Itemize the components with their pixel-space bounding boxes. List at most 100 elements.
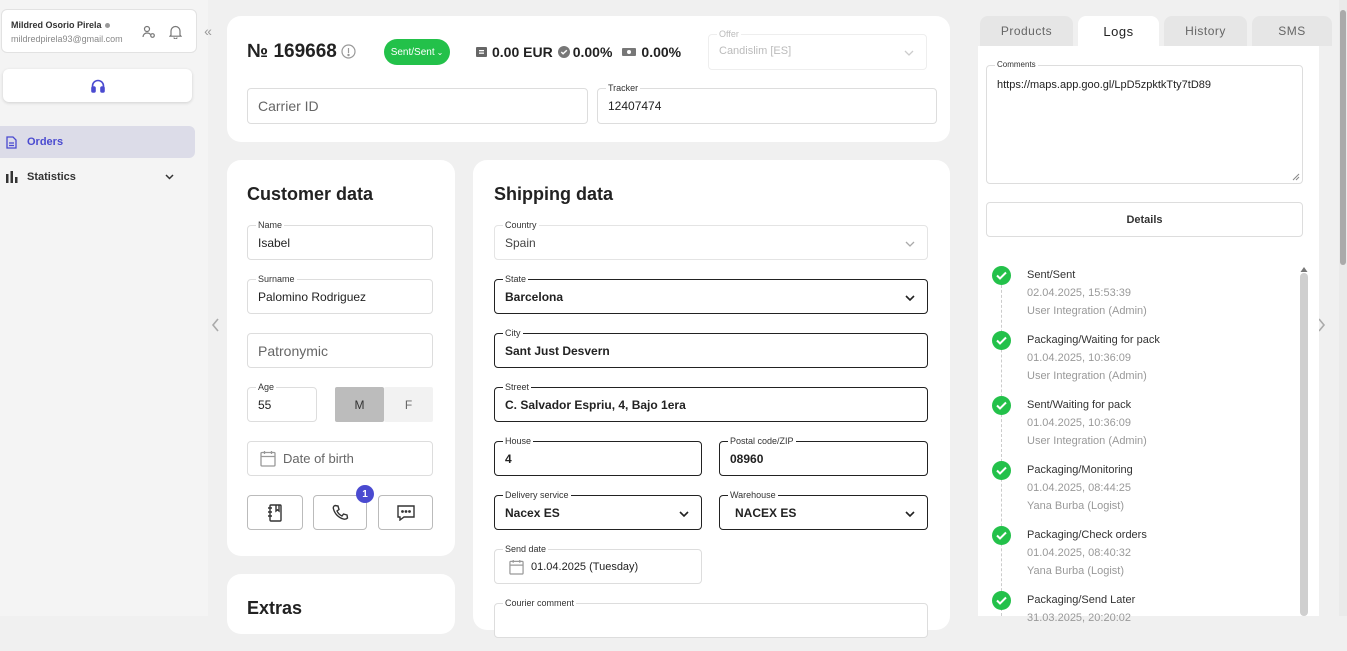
status-badge[interactable]: Sent/Sent ⌄ [384,39,450,65]
headphones-icon [90,79,105,93]
log-date: 01.04.2025, 08:44:25 [1027,482,1131,494]
street-label: Street [503,381,532,393]
order-number: № 169668 [247,41,337,62]
chevron-down-icon [165,174,174,180]
logs-scrollbar[interactable] [1300,273,1308,616]
document-icon [6,135,18,149]
call-button[interactable]: 1 [313,485,374,530]
street-input[interactable]: Street C. Salvador Espriu, 4, Bajo 1era [494,381,928,422]
offer-label: Offer [717,28,741,40]
sidebar-item-label: Statistics [27,171,76,183]
sidebar-item-statistics[interactable]: Statistics [0,161,195,193]
shipping-card: Shipping data Country Spain State Barcel… [473,160,950,638]
log-date: 01.04.2025, 10:36:09 [1027,417,1131,429]
comments-textarea[interactable]: Comments https://maps.app.goo.gl/LpD5zpk… [986,59,1303,184]
bell-icon[interactable] [167,24,183,40]
log-title: Packaging/Monitoring [1027,464,1133,476]
notebook-icon [268,503,282,522]
courier-comment-input[interactable]: Courier comment [494,597,928,638]
chevron-down-icon [905,511,915,518]
check-circle-icon [992,461,1011,480]
customer-title: Customer data [247,184,374,204]
gender-m-toggle[interactable]: M [335,387,384,422]
tab-products[interactable]: Products [980,16,1073,46]
notebook-button[interactable] [247,495,303,530]
log-user: Yana Burba (Logist) [1027,500,1125,512]
log-user: User Integration (Admin) [1027,305,1147,317]
warehouse-label: Warehouse [728,489,778,501]
page-scrollbar-track[interactable] [1339,0,1347,616]
log-date: 02.04.2025, 15:53:39 [1027,287,1131,299]
details-button[interactable]: Details [986,202,1303,237]
postal-code-input[interactable]: Postal code/ZIP 08960 [719,435,928,476]
check-circle-icon [992,526,1011,545]
surname-value: Palomino Rodriguez [258,290,367,304]
sidebar-item-orders[interactable]: Orders [0,126,195,158]
delivery-service-select[interactable]: Delivery service Nacex ES [494,489,702,530]
chevron-down-icon: ⌄ [436,47,444,57]
tab-sms[interactable]: SMS [1252,16,1332,46]
send-date-input[interactable]: Send date 01.04.2025 (Tuesday) [494,543,702,584]
verified-icon [557,46,570,58]
city-label: City [503,327,523,339]
state-label: State [503,273,529,285]
support-button[interactable] [3,69,192,102]
courier-comment-label: Courier comment [503,597,577,609]
log-user: User Integration (Admin) [1027,435,1147,447]
call-count-badge: 1 [356,485,374,503]
country-label: Country [503,219,539,231]
age-value: 55 [258,398,272,412]
check-circle-icon [992,266,1011,285]
dob-placeholder: Date of birth [283,451,354,466]
log-title: Sent/Sent [1027,269,1076,281]
collapse-sidebar-icon[interactable]: « [199,22,217,40]
tab-history[interactable]: History [1164,16,1247,46]
message-button[interactable] [378,495,433,530]
offer-select[interactable]: Offer Candislim [ES] [708,28,927,70]
page-scrollbar-thumb[interactable] [1340,10,1346,265]
name-value: Isabel [258,236,291,250]
customer-card: Customer data Name Isabel Surname Palomi… [227,160,455,556]
delivery-label: Delivery service [503,489,571,501]
user-name: Mildred Osorio Pirela [11,20,110,30]
house-value: 4 [505,452,512,466]
log-date: 31.03.2025, 20:20:02 [1027,612,1131,624]
scroll-up-icon[interactable] [1300,261,1308,272]
date-of-birth-input[interactable]: Date of birth [247,441,433,476]
order-amount: 0.00 EUR [492,44,553,60]
tracker-input[interactable]: Tracker 12407474 [597,82,937,124]
name-label: Name [256,219,285,231]
warehouse-select[interactable]: Warehouse NACEX ES [719,489,928,530]
calendar-icon [260,451,276,467]
state-select[interactable]: State Barcelona [494,273,928,314]
send-date-label: Send date [503,543,549,555]
age-label: Age [256,381,277,393]
user-card[interactable]: Mildred Osorio Pirela mildredpirela93@gm… [1,9,197,53]
tracker-label: Tracker [606,82,641,94]
house-input[interactable]: House 4 [494,435,702,476]
name-input[interactable]: Name Isabel [247,219,433,260]
city-input[interactable]: City Sant Just Desvern [494,327,928,368]
postal-value: 08960 [730,452,764,466]
user-settings-icon[interactable] [141,24,157,40]
chevron-left-icon[interactable] [211,318,220,337]
log-title: Sent/Waiting for pack [1027,399,1132,411]
patronymic-placeholder: Patronymic [258,343,329,359]
patronymic-input[interactable]: Patronymic [247,333,433,368]
send-date-value: 01.04.2025 (Tuesday) [531,561,639,573]
surname-input[interactable]: Surname Palomino Rodriguez [247,273,433,314]
age-input[interactable]: Age 55 [247,381,317,422]
carrier-id-input[interactable]: Carrier ID [247,88,588,124]
info-icon[interactable] [341,44,356,64]
tab-logs[interactable]: Logs [1078,16,1159,46]
city-value: Sant Just Desvern [505,344,610,358]
resize-handle-icon[interactable] [1292,173,1300,181]
state-value: Barcelona [505,290,564,304]
log-title: Packaging/Send Later [1027,594,1136,606]
gender-f-toggle[interactable]: F [384,387,433,422]
online-status-dot [104,23,110,29]
calendar-icon [509,559,524,575]
country-select[interactable]: Country Spain [494,219,928,260]
log-item: Packaging/Monitoring 01.04.2025, 08:44:25… [992,461,1282,521]
chevron-down-icon [905,295,915,302]
